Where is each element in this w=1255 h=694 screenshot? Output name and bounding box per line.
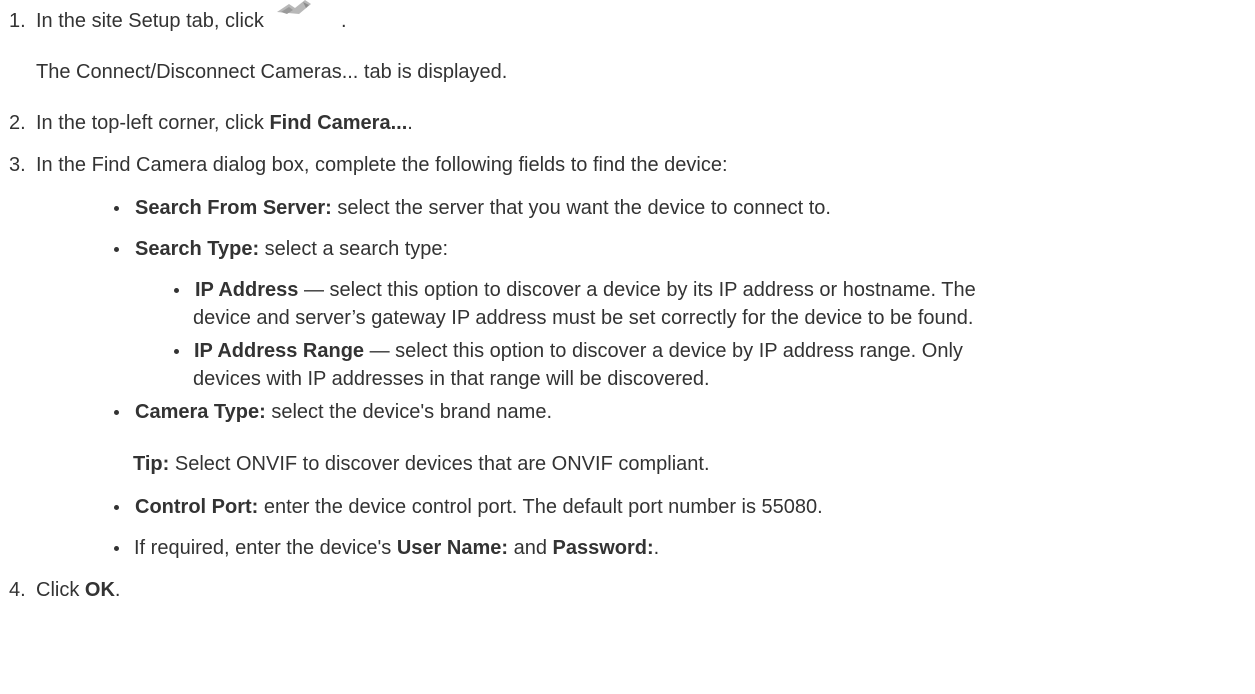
field-label: Search Type:	[135, 238, 260, 260]
field-text: select the device's brand name.	[265, 401, 552, 423]
bullet	[114, 410, 119, 415]
step-4-number: 4.	[9, 579, 26, 601]
step-3-number: 3.	[9, 154, 26, 176]
field-text: select the server that you want the devi…	[331, 197, 831, 219]
field-search-from-server: Search From Server: select the server th…	[135, 195, 831, 221]
step-2-text-after: .	[407, 112, 413, 134]
field-text: and	[508, 537, 553, 559]
option-ip-address-range-cont: devices with IP addresses in that range …	[193, 368, 710, 390]
field-text: If required, enter the device's	[134, 537, 397, 559]
connect-cameras-icon	[275, 0, 315, 26]
field-search-type: Search Type: select a search type:	[135, 236, 448, 262]
field-credentials: If required, enter the device's User Nam…	[134, 535, 659, 561]
step-1-text-after: .	[341, 10, 347, 32]
tip-note: Tip: Select ONVIF to discover devices th…	[133, 451, 710, 477]
password-label: Password:	[552, 537, 654, 559]
bullet	[114, 505, 119, 510]
user-name-label: User Name:	[396, 537, 509, 559]
ok-label: OK	[84, 579, 115, 601]
step-2-text-before: In the top-left corner, click	[36, 112, 270, 134]
step-1-text: In the site Setup tab, click .	[36, 0, 347, 34]
step-4-text: Click OK.	[36, 577, 120, 603]
step-4-text-after: .	[114, 579, 121, 601]
option-ip-address-cont: device and server’s gateway IP address m…	[193, 307, 974, 329]
field-text: .	[653, 537, 660, 559]
tip-label: Tip:	[133, 453, 170, 475]
step-1-number: 1.	[9, 10, 26, 32]
step-1-text-before: In the site Setup tab, click	[36, 10, 264, 32]
step-4-text-before: Click	[36, 579, 85, 601]
option-text: — select this option to discover a devic…	[298, 279, 976, 301]
bullet	[114, 247, 119, 252]
option-label: IP Address	[195, 279, 299, 301]
field-text: enter the device control port. The defau…	[258, 496, 823, 518]
tip-text: Select ONVIF to discover devices that ar…	[169, 453, 710, 475]
field-camera-type: Camera Type: select the device's brand n…	[135, 399, 552, 425]
step-2-number: 2.	[9, 112, 26, 134]
bullet	[174, 288, 179, 293]
option-ip-address-range: IP Address Range — select this option to…	[194, 338, 963, 364]
bullet	[174, 349, 179, 354]
field-label: Control Port:	[135, 496, 259, 518]
find-camera-label: Find Camera...	[269, 112, 408, 134]
bullet	[114, 546, 119, 551]
step-1-result: The Connect/Disconnect Cameras... tab is…	[36, 61, 508, 83]
field-label: Search From Server:	[135, 197, 332, 219]
option-ip-address: IP Address — select this option to disco…	[195, 277, 976, 303]
field-control-port: Control Port: enter the device control p…	[135, 494, 823, 520]
field-text: select a search type:	[259, 238, 449, 260]
step-2-text: In the top-left corner, click Find Camer…	[36, 110, 413, 136]
bullet	[114, 206, 119, 211]
field-label: Camera Type:	[135, 401, 266, 423]
step-3-text: In the Find Camera dialog box, complete …	[36, 154, 728, 176]
option-label: IP Address Range	[194, 340, 365, 362]
option-text: — select this option to discover a devic…	[364, 340, 963, 362]
